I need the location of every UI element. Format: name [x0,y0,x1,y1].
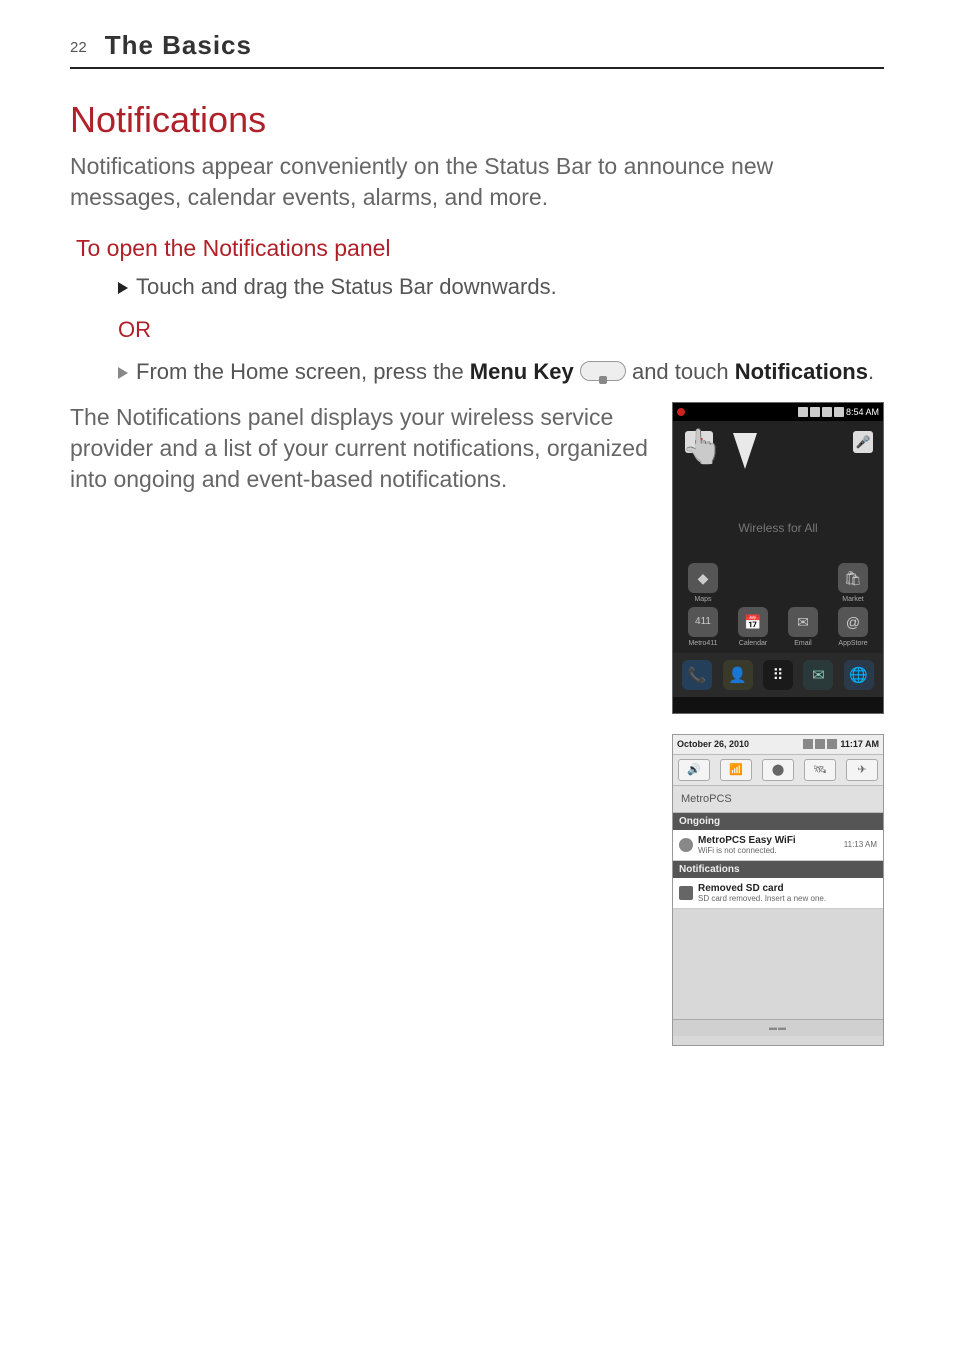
gps-toggle-icon: 🛰 [804,759,836,781]
notifications-header: Notifications [673,861,883,878]
status-icon [798,407,808,417]
app-label: Maps [683,596,723,603]
quick-toggles: 🔊 📶 ⬤ 🛰 ✈ [673,755,883,786]
list-item: From the Home screen, press the Menu Key… [118,357,884,388]
status-icon [810,407,820,417]
bullet-text: Touch and drag the Status Bar downwards. [136,274,557,299]
app-label: Email [783,640,823,647]
wifi-notification-icon [679,838,693,852]
calendar-icon: 📅 [738,607,768,637]
bullet-text-pre: From the Home screen, press the [136,359,470,384]
voice-search-icon: 🎤 [853,431,873,453]
notification-title: MetroPCS Easy WiFi [698,835,844,846]
signal-icon [803,739,813,749]
app-icon-email: ✉ Email [783,607,823,647]
app-icon-appstore: @ AppStore [833,607,873,647]
notification-item: Removed SD card SD card removed. Insert … [673,878,883,909]
email-icon: ✉ [788,607,818,637]
instruction-list: Touch and drag the Status Bar downwards. [70,272,884,303]
ongoing-notification-item: MetroPCS Easy WiFi WiFi is not connected… [673,830,883,861]
carrier-label: MetroPCS [673,786,883,813]
bullet-icon [118,282,128,294]
dock-contacts-icon: 👤 [723,660,753,690]
instruction-list-2: From the Home screen, press the Menu Key… [70,357,884,388]
bluetooth-toggle-icon: ⬤ [762,759,794,781]
notification-time: 11:13 AM [844,840,877,849]
empty-area [673,909,883,1019]
notification-subtitle: WiFi is not connected. [698,846,844,855]
menu-key-label: Menu Key [470,359,574,384]
battery-icon [834,407,844,417]
battery-icon [827,739,837,749]
swipe-arrow-icon [733,433,757,469]
app-icon-calendar: 📅 Calendar [733,607,773,647]
bullet-icon [118,367,128,379]
maps-icon: ◆ [688,563,718,593]
dock-phone-icon: 📞 [682,660,712,690]
ongoing-header: Ongoing [673,813,883,830]
app-label: Calendar [733,640,773,647]
status-date: October 26, 2010 [677,739,801,749]
notifications-label: Notifications [735,359,868,384]
home-screen-screenshot: 8:54 AM g 🎤 👆 Wireless for All ◆ Maps [672,402,884,714]
app-row-2: 411 Metro411 📅 Calendar ✉ Email @ [673,607,883,647]
airplane-toggle-icon: ✈ [846,759,878,781]
app-row-1: ◆ Maps 🛍 Market [673,563,883,603]
bullet-text-post: and touch [626,359,735,384]
page-title: Notifications [70,99,884,141]
wifi-toggle-icon: 📶 [720,759,752,781]
menu-key-icon [580,361,626,381]
drag-handle-icon: ▬▬ [673,1019,883,1036]
notification-title: Removed SD card [698,883,877,894]
notifications-panel-screenshot: October 26, 2010 11:17 AM 🔊 📶 ⬤ 🛰 ✈ Metr… [672,734,884,1046]
sound-toggle-icon: 🔊 [678,759,710,781]
metro411-icon: 411 [688,607,718,637]
dock-browser-icon: 🌐 [844,660,874,690]
home-screen-body: g 🎤 👆 Wireless for All ◆ Maps 🛍 [673,421,883,653]
app-icon-maps: ◆ Maps [683,563,723,603]
dock: 📞 👤 ⠿ ✉ 🌐 [673,653,883,697]
status-time: 11:17 AM [840,739,879,749]
section-title: The Basics [105,30,252,61]
app-icon-metro411: 411 Metro411 [683,607,723,647]
market-icon: 🛍 [838,563,868,593]
status-time: 8:54 AM [846,407,879,417]
app-icon-market: 🛍 Market [833,563,873,603]
bullet-period: . [868,359,874,384]
notifications-panel-paragraph: The Notifications panel displays your wi… [70,402,652,495]
signal-icon [822,407,832,417]
notification-subtitle: SD card removed. Insert a new one. [698,894,877,903]
notification-dot-icon [677,408,685,416]
app-label: AppStore [833,640,873,647]
page-number: 22 [70,39,87,56]
list-item: Touch and drag the Status Bar downwards. [118,272,884,303]
intro-paragraph: Notifications appear conveniently on the… [70,151,884,213]
appstore-icon: @ [838,607,868,637]
app-label: Metro411 [683,640,723,647]
page-header: 22 The Basics [70,30,884,69]
signal-icon [815,739,825,749]
or-label: OR [118,317,884,343]
sdcard-notification-icon [679,886,693,900]
dock-apps-icon: ⠿ [763,660,793,690]
brand-tagline: Wireless for All [673,521,883,535]
app-label: Market [833,596,873,603]
status-bar: 8:54 AM [673,403,883,421]
swipe-gesture-icon: 👆 [681,427,723,467]
dock-messages-icon: ✉ [803,660,833,690]
sub-heading: To open the Notifications panel [76,235,884,262]
status-bar: October 26, 2010 11:17 AM [673,735,883,755]
